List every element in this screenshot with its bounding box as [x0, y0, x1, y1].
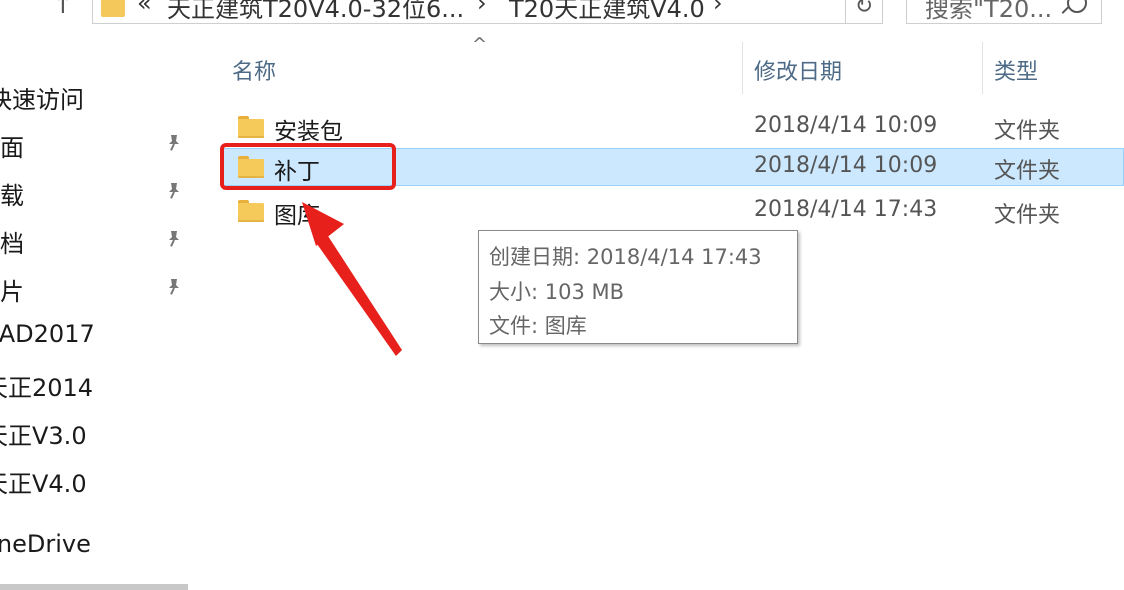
sidebar-item-label: OneDrive: [0, 530, 91, 558]
breadcrumb-overflow[interactable]: «: [137, 0, 152, 17]
refresh-icon: ↻: [854, 0, 874, 19]
pin-icon[interactable]: [166, 134, 182, 152]
sidebar-item-pictures[interactable]: 图片: [0, 268, 196, 308]
file-date: 2018/4/14 10:09: [754, 113, 938, 138]
column-header-type[interactable]: 类型: [994, 54, 1038, 86]
navigation-pane: 快速访问 桌面 下载 文档 图片 CAD2017 天正2014 天正V3.0 天…: [0, 40, 196, 590]
scrollbar[interactable]: [0, 584, 188, 590]
search-placeholder: 搜索"T20...: [925, 0, 1053, 23]
refresh-button[interactable]: ↻: [845, 0, 883, 24]
sidebar-item-desktop[interactable]: 桌面: [0, 124, 196, 164]
tooltip-contents: 文件: 图库: [489, 314, 587, 338]
sidebar-item-label: 天正V3.0: [0, 422, 87, 450]
breadcrumb-current[interactable]: T20天正建筑V4.0: [509, 0, 705, 23]
file-type: 文件夹: [994, 203, 1061, 228]
column-divider[interactable]: [742, 42, 743, 94]
search-input[interactable]: 搜索"T20...: [906, 0, 1102, 24]
breadcrumb-separator[interactable]: ›: [477, 0, 487, 17]
sidebar-item-label: 快速访问: [0, 86, 84, 114]
tooltip-size: 大小: 103 MB: [489, 280, 625, 304]
sidebar-item-tangent-v3[interactable]: 天正V3.0: [0, 412, 196, 452]
sidebar-item-tangent-v4[interactable]: 天正V4.0: [0, 460, 196, 500]
folder-icon: [238, 116, 264, 138]
address-toolbar: ↑ « 天正建筑T20V4.0-32位6... › T20天正建筑V4.0 › …: [0, 0, 1124, 26]
folder-icon: [101, 0, 125, 17]
pin-icon[interactable]: [166, 182, 182, 200]
file-row[interactable]: 图库 2018/4/14 17:43 文件夹: [222, 192, 1124, 230]
file-date: 2018/4/14 10:09: [754, 153, 938, 178]
file-tooltip: 创建日期: 2018/4/14 17:43 大小: 103 MB 文件: 图库: [478, 230, 798, 344]
file-name: 图库: [274, 203, 320, 229]
up-arrow-icon[interactable]: ↑: [52, 0, 74, 18]
pin-icon[interactable]: [166, 278, 182, 296]
sidebar-item-onedrive[interactable]: OneDrive: [0, 526, 196, 566]
sidebar-item-cad2017[interactable]: CAD2017: [0, 316, 196, 356]
sidebar-item-quick-access[interactable]: 快速访问: [0, 76, 196, 116]
breadcrumb-separator[interactable]: ›: [713, 0, 723, 17]
sort-ascending-icon: ^: [472, 34, 488, 55]
sidebar-item-label: 图片: [0, 278, 24, 306]
folder-icon: [238, 200, 264, 222]
breadcrumb-parent[interactable]: 天正建筑T20V4.0-32位6...: [167, 0, 464, 23]
sidebar-item-label: CAD2017: [0, 320, 95, 348]
column-divider[interactable]: [982, 42, 983, 94]
pin-icon[interactable]: [166, 230, 182, 248]
address-bar[interactable]: « 天正建筑T20V4.0-32位6... › T20天正建筑V4.0 › ⌵: [92, 0, 882, 24]
file-row[interactable]: 安装包 2018/4/14 10:09 文件夹: [222, 108, 1124, 146]
highlight-box: [220, 143, 396, 190]
column-header-modified[interactable]: 修改日期: [754, 54, 842, 86]
tooltip-created: 创建日期: 2018/4/14 17:43: [489, 245, 762, 269]
search-icon[interactable]: [1067, 0, 1087, 13]
file-type: 文件夹: [994, 159, 1061, 184]
sidebar-item-label: 天正2014: [0, 374, 94, 402]
sidebar-item-label: 桌面: [0, 134, 24, 162]
sidebar-item-label: 下载: [0, 182, 24, 210]
column-header-name[interactable]: 名称: [232, 54, 276, 86]
file-date: 2018/4/14 17:43: [754, 197, 938, 222]
sidebar-item-tangent2014[interactable]: 天正2014: [0, 364, 196, 404]
sidebar-item-documents[interactable]: 文档: [0, 220, 196, 260]
sidebar-item-downloads[interactable]: 下载: [0, 172, 196, 212]
sidebar-item-label: 文档: [0, 230, 24, 258]
file-type: 文件夹: [994, 119, 1061, 144]
file-name: 安装包: [274, 119, 343, 145]
sidebar-item-label: 天正V4.0: [0, 470, 87, 498]
